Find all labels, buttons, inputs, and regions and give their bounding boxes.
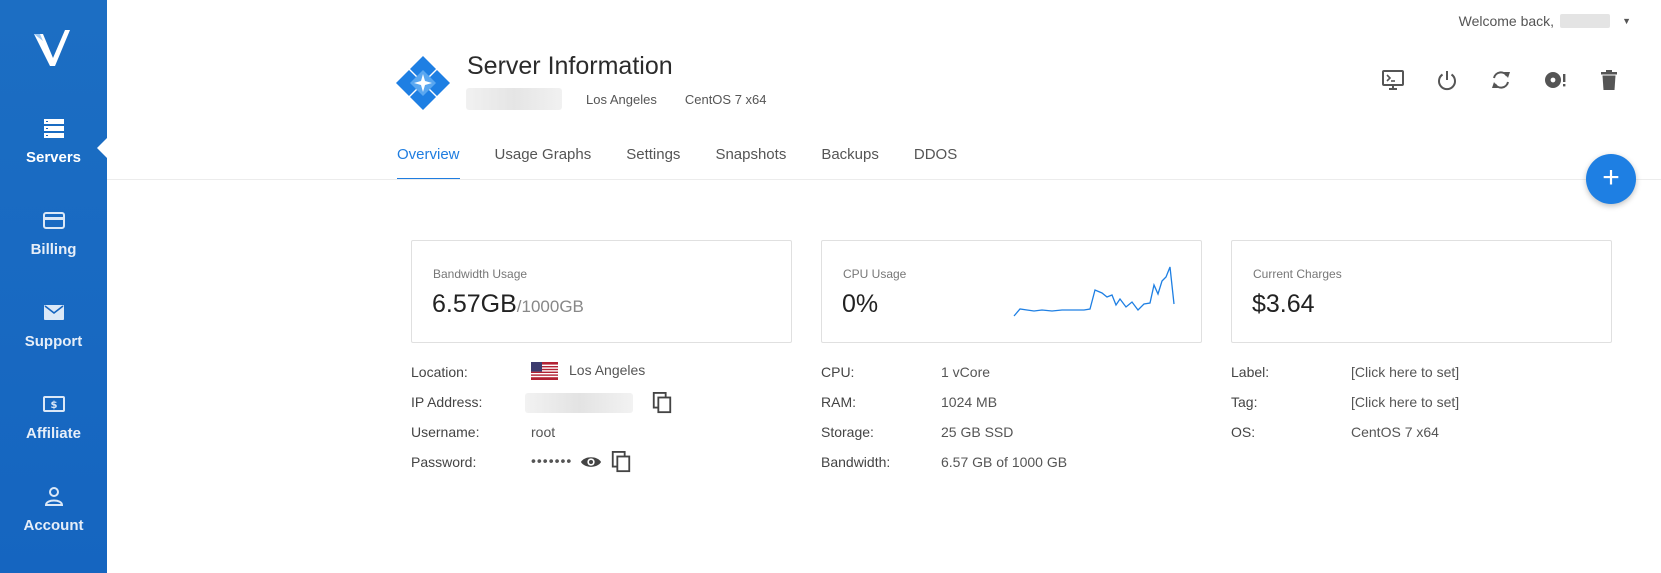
- cpu-sparkline: [1013, 266, 1175, 317]
- power-icon[interactable]: [1435, 68, 1459, 92]
- sidebar-item-servers[interactable]: Servers: [0, 116, 107, 196]
- charges-card-label: Current Charges: [1253, 267, 1342, 281]
- tab-backups[interactable]: Backups: [821, 146, 879, 180]
- copy-icon[interactable]: [610, 451, 632, 473]
- bandwidth-total: /1000GB: [516, 297, 584, 316]
- password-value: •••••••: [531, 452, 573, 469]
- tab-ddos[interactable]: DDOS: [914, 146, 957, 180]
- server-location: Los Angeles: [586, 91, 657, 107]
- redacted-username: [1560, 14, 1611, 28]
- vultr-logo[interactable]: [31, 28, 75, 68]
- sidebar-item-label: Billing: [30, 241, 77, 258]
- tab-usage-graphs[interactable]: Usage Graphs: [495, 146, 592, 180]
- sidebar-item-label: Affiliate: [25, 425, 81, 442]
- copy-icon[interactable]: [651, 392, 673, 414]
- username-value: root: [531, 424, 556, 440]
- bandwidth-card-value: 6.57GB/1000GB: [432, 290, 584, 319]
- location-value: Los Angeles: [569, 362, 646, 378]
- location-label: Location:: [411, 364, 468, 380]
- server-stack-icon: [43, 119, 64, 138]
- tab-overview[interactable]: Overview: [397, 146, 460, 180]
- storage-row: Storage: 25 GB SSD: [821, 424, 1201, 454]
- set-tag-link[interactable]: [Click here to set]: [1351, 394, 1459, 410]
- console-icon[interactable]: [1381, 68, 1405, 92]
- server-info-meta: Label: [Click here to set] Tag: [Click h…: [1231, 364, 1611, 454]
- ip-row: IP Address:: [411, 392, 791, 424]
- sidebar-item-affiliate[interactable]: $ Affiliate: [0, 392, 107, 472]
- cpu-card: CPU Usage 0%: [821, 240, 1202, 343]
- credit-card-icon: [42, 212, 65, 229]
- cpu-label: CPU:: [821, 364, 855, 380]
- server-actions: [1381, 68, 1621, 92]
- redacted-ip-address: [525, 393, 633, 413]
- username-row: Username: root: [411, 424, 791, 454]
- password-row: Password: •••••••: [411, 451, 791, 484]
- cpu-row: CPU: 1 vCore: [821, 364, 1201, 394]
- active-indicator: [97, 138, 107, 158]
- svg-text:$: $: [50, 400, 57, 411]
- ip-label: IP Address:: [411, 394, 483, 410]
- sidebar-item-support[interactable]: Support: [0, 300, 107, 380]
- ip-value-wrap: [525, 392, 673, 414]
- tag-row: Tag: [Click here to set]: [1231, 394, 1611, 424]
- trash-icon[interactable]: [1597, 68, 1621, 92]
- cpu-card-label: CPU Usage: [843, 267, 907, 281]
- tab-bar: Overview Usage Graphs Settings Snapshots…: [397, 146, 992, 180]
- bandwidth-used: 6.57GB: [432, 290, 517, 318]
- bandwidth-link[interactable]: 6.57 GB of 1000 GB: [941, 454, 1067, 470]
- location-row: Location: Los Angeles: [411, 362, 791, 394]
- welcome-text: Welcome back,: [1458, 13, 1555, 29]
- envelope-icon: [43, 305, 64, 320]
- restart-icon[interactable]: [1489, 68, 1513, 92]
- bandwidth-card: Bandwidth Usage 6.57GB/1000GB: [411, 240, 792, 343]
- sidebar-item-label: Account: [23, 517, 84, 534]
- reinstall-icon[interactable]: [1543, 68, 1567, 92]
- tab-snapshots[interactable]: Snapshots: [715, 146, 786, 180]
- bandwidth-row: Bandwidth: 6.57 GB of 1000 GB: [821, 454, 1201, 484]
- password-label: Password:: [411, 454, 477, 470]
- location-value-wrap: Los Angeles: [531, 362, 646, 381]
- us-flag-icon: [531, 362, 558, 381]
- server-os: CentOS 7 x64: [684, 91, 767, 107]
- ram-value: 1024 MB: [941, 394, 998, 410]
- sidebar-item-label: Servers: [25, 149, 82, 166]
- label-row: Label: [Click here to set]: [1231, 364, 1611, 394]
- user-icon: [44, 487, 63, 506]
- os-row: OS: CentOS 7 x64: [1231, 424, 1611, 454]
- label-label: Label:: [1231, 364, 1270, 380]
- cpu-value: 1 vCore: [941, 364, 991, 380]
- tab-settings[interactable]: Settings: [626, 146, 680, 180]
- bandwidth-label: Bandwidth:: [821, 454, 891, 470]
- ram-row: RAM: 1024 MB: [821, 394, 1201, 424]
- eye-icon[interactable]: [580, 451, 602, 473]
- server-info-specs: CPU: 1 vCore RAM: 1024 MB Storage: 25 GB…: [821, 364, 1201, 484]
- sidebar-item-account[interactable]: Account: [0, 484, 107, 564]
- server-logo-icon: [396, 56, 450, 110]
- charges-card: Current Charges $3.64: [1231, 240, 1612, 343]
- password-value-wrap: •••••••: [531, 451, 632, 473]
- page-title: Server Information: [467, 52, 673, 80]
- storage-label: Storage:: [821, 424, 874, 440]
- server-subtitle: Los Angeles CentOS 7 x64: [466, 88, 767, 110]
- server-info-left: Location: Los Angeles IP Address: Userna…: [411, 362, 791, 484]
- os-label: OS:: [1231, 424, 1256, 440]
- add-server-button[interactable]: +: [1586, 154, 1636, 204]
- tabs-divider: [107, 179, 1661, 180]
- bandwidth-card-label: Bandwidth Usage: [433, 267, 528, 281]
- user-menu[interactable]: Welcome back, ▼: [1459, 13, 1631, 29]
- sidebar-item-billing[interactable]: Billing: [0, 208, 107, 288]
- dollar-bill-icon: $: [42, 396, 65, 412]
- charges-card-value: $3.64: [1252, 290, 1315, 318]
- username-label: Username:: [411, 424, 480, 440]
- chevron-down-icon: ▼: [1622, 16, 1631, 26]
- sidebar-item-label: Support: [24, 333, 83, 350]
- set-label-link[interactable]: [Click here to set]: [1351, 364, 1459, 380]
- storage-value: 25 GB SSD: [941, 424, 1014, 440]
- tag-label: Tag:: [1231, 394, 1258, 410]
- cpu-card-value: 0%: [842, 290, 879, 318]
- sidebar: Servers Billing Support $ Affiliate Acco…: [0, 0, 107, 573]
- ram-label: RAM:: [821, 394, 856, 410]
- redacted-ip: [466, 88, 562, 110]
- os-value: CentOS 7 x64: [1351, 424, 1439, 440]
